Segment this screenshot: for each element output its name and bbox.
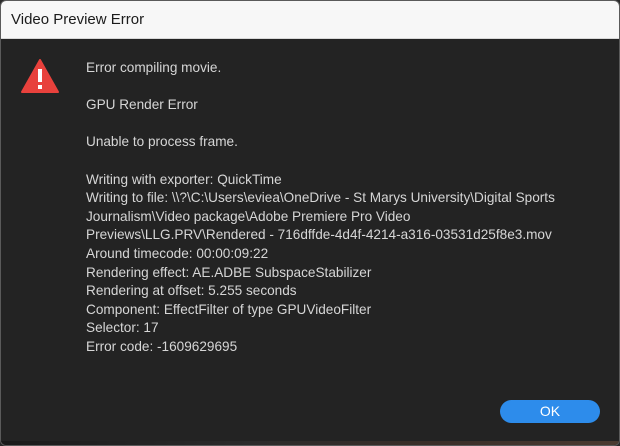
error-summary: Unable to process frame. bbox=[86, 134, 238, 150]
detail-rendering-effect: Rendering effect: AE.ADBE SubspaceStabil… bbox=[86, 264, 372, 280]
warning-triangle-icon bbox=[21, 59, 59, 93]
detail-error-code: Error code: -1609629695 bbox=[86, 338, 238, 354]
background-strip bbox=[1, 441, 619, 445]
dialog-title: Video Preview Error bbox=[11, 11, 145, 28]
detail-render-offset: Rendering at offset: 5.255 seconds bbox=[86, 283, 297, 299]
detail-selector: Selector: 17 bbox=[86, 320, 159, 336]
ok-button[interactable]: OK bbox=[500, 400, 600, 423]
error-heading: Error compiling movie. bbox=[86, 60, 222, 75]
title-bar[interactable]: Video Preview Error bbox=[1, 1, 619, 39]
detail-file-path-cont: Journalism\Video package\Adobe Premiere … bbox=[86, 208, 411, 224]
error-dialog: Video Preview Error Error compiling movi… bbox=[0, 0, 620, 446]
detail-file-name: Previews\LLG.PRV\Rendered - 716dffde-4d4… bbox=[86, 227, 552, 243]
detail-component: Component: EffectFilter of type GPUVideo… bbox=[86, 301, 372, 317]
error-message: Error compiling movie. GPU Render Error … bbox=[86, 59, 606, 357]
dialog-body: Error compiling movie. GPU Render Error … bbox=[1, 39, 619, 445]
detail-exporter: Writing with exporter: QuickTime bbox=[86, 171, 282, 187]
detail-file-path: Writing to file: \\?\C:\Users\eviea\OneD… bbox=[86, 190, 555, 206]
detail-timecode: Around timecode: 00:00:09:22 bbox=[86, 245, 269, 261]
error-type: GPU Render Error bbox=[86, 97, 198, 113]
